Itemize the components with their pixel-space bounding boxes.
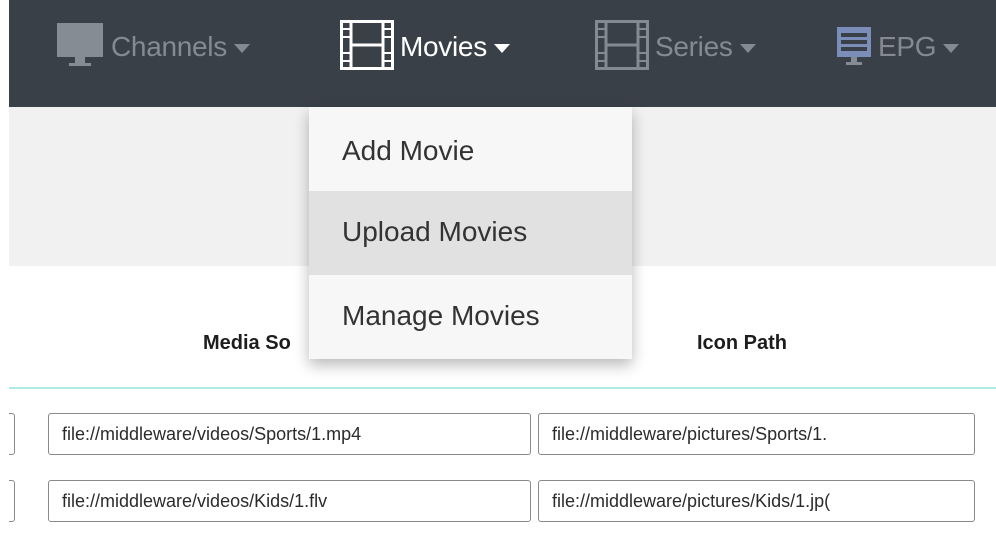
chevron-down-icon <box>739 44 756 53</box>
chevron-down-icon <box>493 44 510 53</box>
chevron-down-icon <box>943 44 960 53</box>
nav-epg-label: EPG <box>878 31 937 62</box>
film-icon <box>340 19 394 75</box>
menu-item-manage-movies[interactable]: Manage Movies <box>309 275 632 359</box>
nav-series-label: Series <box>655 31 733 62</box>
left-edge <box>0 0 9 539</box>
row2-icon-path-field[interactable]: file://middleware/pictures/Kids/1.jp( <box>538 480 975 522</box>
menu-item-upload-movies[interactable]: Upload Movies <box>309 191 632 275</box>
nav-series[interactable]: Series <box>595 19 756 75</box>
nav-movies[interactable]: Movies <box>340 19 510 75</box>
nav-epg[interactable]: EPG <box>836 22 960 72</box>
nav-channels-label: Channels <box>111 31 227 62</box>
icon-path-header: Icon Path <box>697 332 788 354</box>
movies-dropdown-menu: Add Movie Upload Movies Manage Movies <box>309 107 632 359</box>
row1-icon-path-field[interactable]: file://middleware/pictures/Sports/1. <box>538 413 975 455</box>
row2-media-source-field[interactable]: file://middleware/videos/Kids/1.flv <box>48 480 531 522</box>
menu-item-add-movie[interactable]: Add Movie <box>309 107 632 191</box>
nav-movies-label: Movies <box>400 31 487 62</box>
page: Channels Movies Series EPG Media So Icon… <box>0 0 996 539</box>
tv-guide-icon <box>836 23 872 72</box>
top-navbar: Channels Movies Series EPG <box>0 0 996 107</box>
header-divider <box>9 387 996 389</box>
film-icon <box>595 19 649 75</box>
monitor-icon <box>55 21 105 74</box>
nav-channels[interactable]: Channels <box>55 22 250 72</box>
chevron-down-icon <box>233 44 250 53</box>
media-source-header: Media So <box>203 332 291 354</box>
row1-media-source-field[interactable]: file://middleware/videos/Sports/1.mp4 <box>48 413 531 455</box>
